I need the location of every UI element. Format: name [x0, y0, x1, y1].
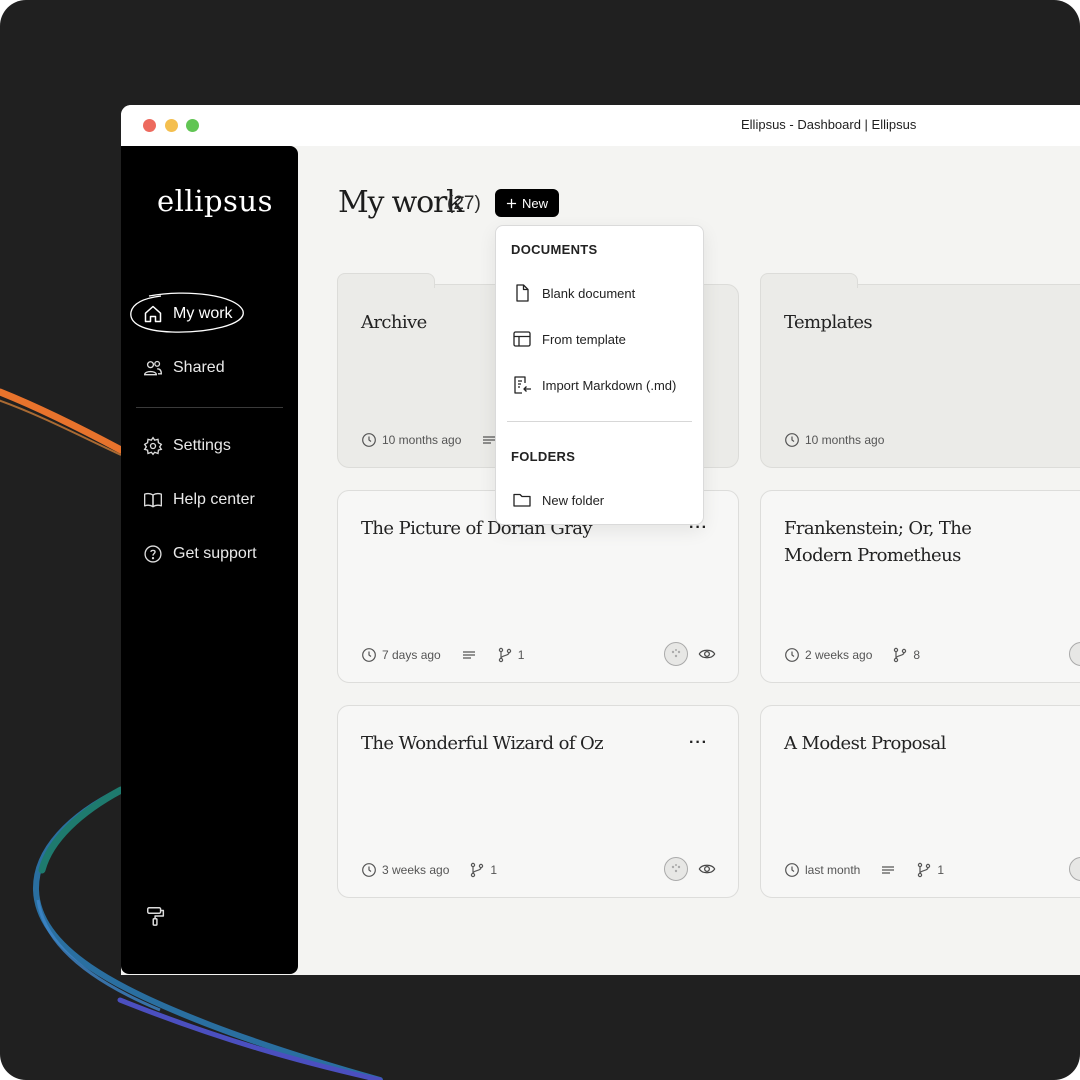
document-title: The Wonderful Wizard of Oz [361, 733, 604, 754]
modified-time: 3 weeks ago [382, 863, 450, 877]
clock-icon [362, 433, 376, 447]
text-lines-icon [882, 866, 895, 874]
sidebar-item-get-support[interactable]: Get support [143, 544, 257, 564]
maximize-window-icon[interactable] [186, 119, 199, 132]
minimize-window-icon[interactable] [165, 119, 178, 132]
menu-item-from-template[interactable]: From template [512, 329, 626, 349]
clock-icon [785, 863, 799, 877]
template-icon [513, 331, 531, 347]
avatar[interactable] [664, 642, 688, 666]
avatar-pattern-icon [671, 649, 681, 658]
branch-count: 8 [913, 648, 921, 662]
paint-roller-icon[interactable] [145, 905, 167, 927]
sidebar: ellipsus My work Shared Settings Help ce… [121, 146, 298, 974]
avatar[interactable] [1069, 857, 1080, 881]
menu-item-label: From template [542, 331, 626, 347]
documents-section-heading: DOCUMENTS [511, 242, 598, 257]
users-icon [143, 360, 163, 376]
clock-icon [785, 433, 799, 447]
card-meta: 10 months ago [361, 432, 497, 448]
card-meta: 10 months ago [784, 432, 884, 448]
menu-item-blank-document[interactable]: Blank document [512, 283, 635, 303]
sidebar-item-label: Help center [173, 491, 255, 508]
sidebar-item-shared[interactable]: Shared [143, 358, 225, 378]
close-window-icon[interactable] [143, 119, 156, 132]
document-count: (27) [447, 193, 481, 214]
import-file-icon [514, 376, 531, 394]
menu-item-label: Import Markdown (.md) [542, 377, 677, 393]
avatar[interactable] [664, 857, 688, 881]
sidebar-item-my-work[interactable]: My work [130, 292, 244, 333]
menu-item-import-markdown[interactable]: Import Markdown (.md) [512, 375, 676, 395]
document-card-frankenstein[interactable]: Frankenstein; Or, The Modern Prometheus … [760, 490, 1080, 683]
sidebar-divider [136, 407, 283, 408]
sidebar-item-help-center[interactable]: Help center [143, 490, 255, 510]
eye-icon[interactable] [698, 860, 716, 878]
folder-card-templates[interactable]: Templates 10 months ago [760, 273, 1080, 468]
card-meta: 7 days ago 1 [361, 647, 524, 663]
page-title: My work [338, 185, 464, 220]
new-button[interactable]: New [495, 189, 559, 217]
more-options-button[interactable]: ··· [689, 734, 708, 752]
branch-icon [918, 862, 931, 878]
menu-item-label: Blank document [542, 285, 636, 301]
document-card-modest-proposal[interactable]: A Modest Proposal last month 1 [760, 705, 1080, 898]
clock-icon [362, 648, 376, 662]
card-actions [664, 642, 716, 666]
folder-icon [513, 493, 531, 507]
file-icon [516, 284, 529, 302]
card-meta: 2 weeks ago 8 [784, 647, 920, 663]
card-meta: 3 weeks ago 1 [361, 862, 497, 878]
screenshot-stage: Ellipsus - Dashboard | Ellipsus ellipsus… [0, 0, 1080, 1080]
card-meta: last month 1 [784, 862, 944, 878]
app-logo[interactable]: ellipsus [157, 184, 273, 218]
folder-tab [337, 273, 435, 288]
new-button-label: New [521, 195, 548, 211]
modified-time: last month [805, 863, 861, 877]
avatar-pattern-icon [671, 864, 681, 873]
document-card-wizard-of-oz[interactable]: The Wonderful Wizard of Oz ··· 3 weeks a… [337, 705, 739, 898]
folder-title: Templates [784, 312, 873, 333]
card-actions [664, 857, 716, 881]
active-highlight-ring [130, 292, 244, 333]
plus-icon [506, 198, 517, 208]
branch-icon [498, 647, 511, 663]
sidebar-item-label: Settings [173, 437, 231, 454]
menu-divider [507, 421, 692, 422]
sidebar-item-label: Get support [173, 545, 257, 562]
folder-tab [760, 273, 858, 288]
modified-time: 10 months ago [382, 433, 462, 447]
avatar[interactable] [1069, 642, 1080, 666]
sidebar-item-settings[interactable]: Settings [143, 436, 231, 456]
window-title: Ellipsus - Dashboard | Ellipsus [741, 117, 917, 132]
book-icon [144, 492, 162, 508]
branch-icon [894, 647, 907, 663]
modified-time: 10 months ago [805, 433, 885, 447]
branch-count: 1 [490, 863, 498, 877]
document-title: A Modest Proposal [784, 733, 946, 754]
branch-count: 1 [937, 863, 945, 877]
branch-count: 1 [517, 648, 525, 662]
question-icon [144, 545, 162, 563]
document-title: Frankenstein; Or, The Modern Prometheus [784, 518, 972, 566]
text-lines-icon [462, 651, 475, 659]
modified-time: 7 days ago [382, 648, 441, 662]
gear-icon [143, 436, 163, 456]
modified-time: 2 weeks ago [805, 648, 873, 662]
menu-item-label: New folder [542, 492, 605, 508]
folders-section-heading: FOLDERS [511, 449, 576, 464]
clock-icon [785, 648, 799, 662]
app-window: Ellipsus - Dashboard | Ellipsus ellipsus… [121, 105, 1080, 975]
new-dropdown-menu: DOCUMENTS Blank document From template I… [495, 225, 704, 525]
branch-icon [471, 862, 484, 878]
window-titlebar: Ellipsus - Dashboard | Ellipsus [121, 105, 1080, 146]
eye-icon[interactable] [698, 645, 716, 663]
sidebar-item-label: Shared [173, 359, 225, 376]
menu-item-new-folder[interactable]: New folder [512, 490, 604, 510]
clock-icon [362, 863, 376, 877]
